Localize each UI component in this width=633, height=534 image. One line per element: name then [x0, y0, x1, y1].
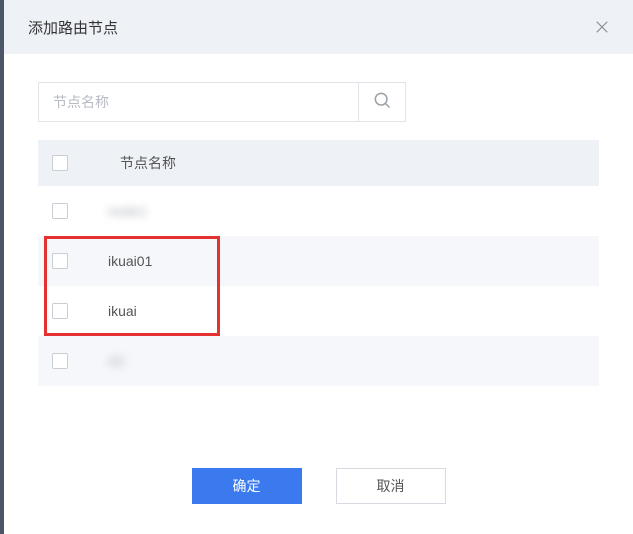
confirm-button[interactable]: 确定	[192, 468, 302, 504]
close-icon[interactable]	[591, 16, 613, 38]
row-checkbox[interactable]	[52, 253, 68, 269]
table-row: node1	[38, 186, 599, 236]
row-checkbox[interactable]	[52, 303, 68, 319]
table-header-row: 节点名称	[38, 140, 599, 186]
table-row: rt2	[38, 336, 599, 386]
row-name: ikuai	[108, 303, 137, 319]
search-button[interactable]	[358, 82, 406, 122]
dialog-header: 添加路由节点	[4, 0, 633, 54]
cancel-button[interactable]: 取消	[336, 468, 446, 504]
row-name: node1	[108, 203, 147, 219]
select-all-checkbox[interactable]	[52, 155, 68, 171]
dialog-title: 添加路由节点	[28, 17, 118, 38]
search-input[interactable]	[38, 82, 358, 122]
row-checkbox[interactable]	[52, 203, 68, 219]
search-icon	[372, 90, 392, 115]
row-name: rt2	[108, 353, 124, 369]
row-name: ikuai01	[108, 253, 152, 269]
table-row: ikuai01	[38, 236, 599, 286]
table-row: ikuai	[38, 286, 599, 336]
row-checkbox[interactable]	[52, 353, 68, 369]
column-header-name: 节点名称	[120, 153, 176, 173]
